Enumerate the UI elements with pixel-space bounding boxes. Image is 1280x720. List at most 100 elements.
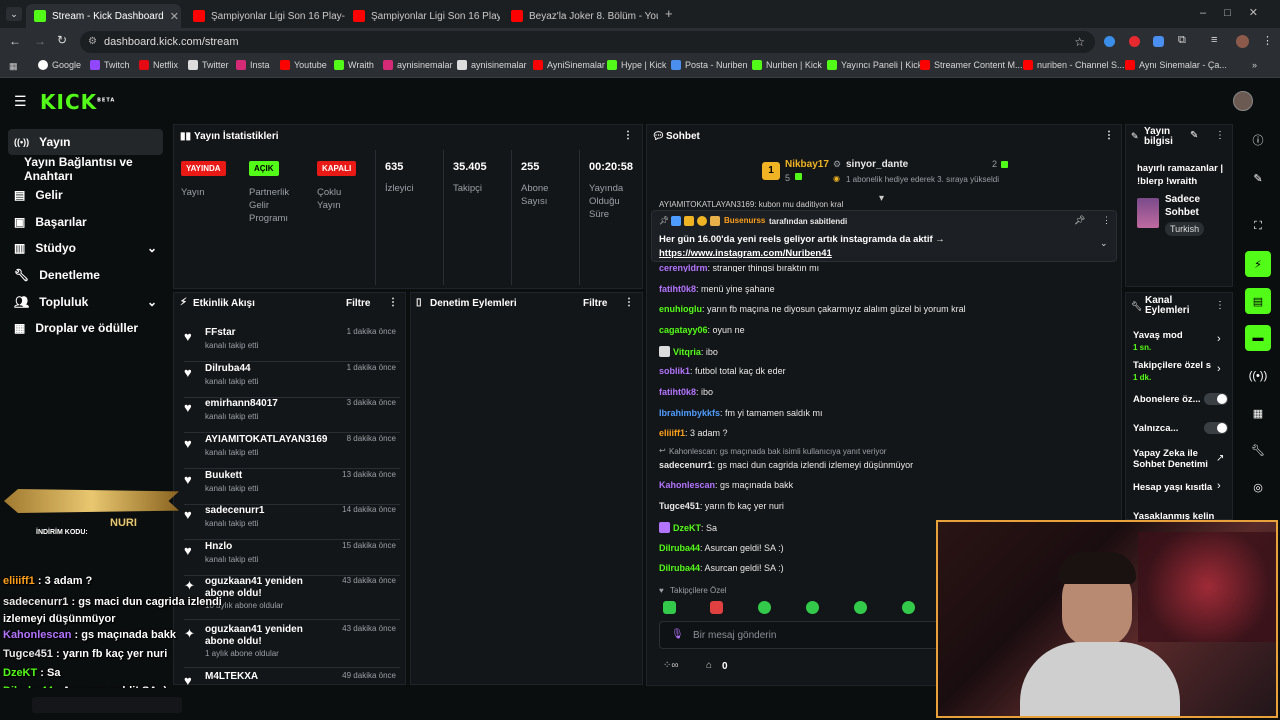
chat-username[interactable]: soblik1	[659, 366, 690, 376]
extensions-puzzle-icon[interactable]: ⧉	[1178, 34, 1186, 47]
tab-kick-dashboard[interactable]: Stream - Kick Dashboard ✕	[26, 4, 181, 28]
chat-username[interactable]: eliiiff1	[659, 428, 685, 438]
extension-icon[interactable]	[1104, 36, 1115, 47]
bookmark-aynisinemalar-x[interactable]: aynisinemalar	[457, 60, 527, 70]
gift-icon[interactable]: ▦	[1245, 400, 1271, 426]
bookmark-aynisinemalar[interactable]: aynisinemalar	[383, 60, 453, 70]
close-icon[interactable]: ✕	[170, 10, 179, 23]
activity-event[interactable]: ♥ Buukett kanalı takip etti 13 dakika önce	[184, 470, 400, 505]
activity-event[interactable]: ♥ emirhann84017 kanalı takip etti 3 dakika …	[184, 398, 400, 433]
broadcast-icon[interactable]: ((•))	[1245, 363, 1271, 389]
chat-username[interactable]: DzeKT	[673, 523, 701, 533]
bookmark-wraith[interactable]: Wraith	[334, 60, 374, 70]
sidebar-item-denetleme[interactable]: 🔧︎ Denetleme	[8, 262, 163, 288]
chat-input[interactable]: 🎙︎ Bir mesaj gönderin	[659, 621, 944, 649]
bookmark-netflix[interactable]: Netflix	[139, 60, 178, 70]
apps-grid-icon[interactable]: ▦	[9, 61, 18, 72]
unpin-icon[interactable]: 📌︎	[1074, 215, 1085, 226]
activity-event[interactable]: ✦ oguzkaan41 yeniden abone oldu! 1 aylık a…	[184, 624, 400, 659]
url-field[interactable]: ⚙ dashboard.kick.com/stream ☆	[80, 31, 1095, 53]
activity-event[interactable]: ♥ Dilruba44 kanalı takip etti 1 dakika önce	[184, 363, 400, 398]
subscribers-only-toggle[interactable]	[1204, 393, 1228, 405]
pencil-icon[interactable]: ✎	[1245, 165, 1271, 191]
top-gifter-name[interactable]: Nikbay17	[785, 159, 829, 170]
chat-username[interactable]: enuhioglu	[659, 304, 702, 314]
coin-icon[interactable]: ◎	[1245, 474, 1271, 500]
fullscreen-icon[interactable]: ⛶	[1245, 213, 1271, 239]
moderation-filter-button[interactable]: Filtre	[583, 298, 607, 309]
people-infinity-icon[interactable]: ⁘∞	[663, 660, 679, 671]
chevron-right-icon[interactable]: ›	[1217, 363, 1221, 375]
sidebar-item-studyo[interactable]: ▥ Stüdyo ⌄	[8, 235, 163, 261]
chat-username[interactable]: Dilruba44	[659, 563, 700, 573]
site-info-icon[interactable]: ⚙	[88, 31, 97, 53]
stream-info-menu-icon[interactable]: ⋮	[1215, 130, 1225, 141]
new-tab-icon[interactable]: +	[665, 6, 673, 21]
chat-username[interactable]: Vitqria	[673, 347, 701, 357]
emote-icon[interactable]	[710, 601, 723, 614]
chevron-right-icon[interactable]: ›	[1217, 333, 1221, 345]
info-icon[interactable]: ⓘ	[1245, 127, 1271, 153]
external-link-icon[interactable]: ↗	[1216, 453, 1224, 464]
chat-message[interactable]: fatiht0k8: ibo	[659, 387, 713, 397]
chat-message[interactable]: soblik1: futbol total kaç dk eder	[659, 366, 786, 376]
emote-icon[interactable]	[806, 601, 819, 614]
hamburger-menu-icon[interactable]: ☰	[14, 93, 27, 110]
chat-username[interactable]: cagatayy06	[659, 325, 708, 335]
chat-message[interactable]: sadecenurr1: gs maci dun cagrida izlendi…	[659, 460, 913, 470]
bolt-icon[interactable]: ⚡︎	[1245, 251, 1271, 277]
chat-message[interactable]: eliiiff1: 3 adam ?	[659, 428, 728, 438]
profile-avatar[interactable]	[1236, 35, 1249, 48]
chat-message[interactable]: Dilruba44: Asurcan geldi! SA :)	[659, 563, 784, 573]
bookmark-streamer-content[interactable]: Streamer Content M...	[920, 60, 1023, 70]
extension-icon[interactable]	[1153, 36, 1164, 47]
emote-icon[interactable]	[854, 601, 867, 614]
chat-message[interactable]: Vitqria: ibo	[659, 346, 718, 357]
activity-event[interactable]: ♥ AYIAMITOKATLAYAN3169 kanalı takip etti 8 …	[184, 434, 400, 469]
chat-username[interactable]: fatiht0k8	[659, 284, 696, 294]
extension-icon[interactable]	[1129, 36, 1140, 47]
chat-username[interactable]: cerenyldrm	[659, 263, 708, 272]
user-avatar[interactable]	[1233, 91, 1253, 111]
tab-search-icon[interactable]: ⌄	[6, 7, 22, 21]
sidebar-item-basarilar[interactable]: ▣ Başarılar	[8, 209, 163, 235]
leader-name[interactable]: sinyor_dante	[846, 159, 908, 170]
chevron-right-icon[interactable]: ›	[1217, 480, 1221, 492]
forward-icon[interactable]: →	[34, 34, 46, 48]
stats-menu-icon[interactable]: ⋮	[623, 130, 633, 141]
bookmark-twitter[interactable]: Twitter	[188, 60, 229, 70]
bookmark-insta[interactable]: Insta	[236, 60, 270, 70]
activity-event[interactable]: ♥ Hnzlo kanalı takip etti 15 dakika önce	[184, 541, 400, 576]
chat-username[interactable]: Ibrahimbykkfs	[659, 408, 720, 418]
bookmark-hype-kick[interactable]: Hype | Kick	[607, 60, 666, 70]
menu-kebab-icon[interactable]: ⋮	[1262, 34, 1273, 47]
emote-icon[interactable]	[758, 601, 771, 614]
chevron-down-icon[interactable]: ⌄	[1100, 238, 1108, 249]
bookmark-channel[interactable]: nuriben - Channel S...	[1023, 60, 1125, 70]
chat-message[interactable]: Dilruba44: Asurcan geldi! SA :)	[659, 543, 784, 553]
tab-youtube-3[interactable]: Beyaz'la Joker 8. Bölüm - YouTu ✕	[503, 4, 658, 28]
bookmark-posta[interactable]: Posta - Nuriben	[671, 60, 748, 70]
bookmark-ayni-sinemalar[interactable]: Aynı Sinemalar - Ça...	[1125, 60, 1227, 70]
sidebar-item-droplar[interactable]: ▦ Droplar ve ödüller	[8, 315, 163, 341]
bookmark-star-icon[interactable]: ☆	[1074, 31, 1085, 53]
chat-bubble-icon[interactable]: ▬	[1245, 325, 1271, 351]
sidebar-item-yayin[interactable]: ((•)) Yayın	[8, 129, 163, 155]
emote-only-toggle[interactable]	[1204, 422, 1228, 434]
chat-message[interactable]: cagatayy06: oyun ne	[659, 325, 745, 335]
category-thumbnail[interactable]	[1137, 198, 1159, 228]
chat-username[interactable]: Tugce451	[659, 501, 700, 511]
sidebar-item-gelir[interactable]: ▤ Gelir	[8, 182, 163, 208]
store-icon[interactable]: ⌂	[706, 660, 712, 671]
activity-event[interactable]: ♥ sadecenurr1 kanalı takip etti 14 dakika ö…	[184, 505, 400, 540]
bookmark-yayinci-paneli[interactable]: Yayıncı Paneli | Kick	[827, 60, 922, 70]
emote-icon[interactable]	[902, 601, 915, 614]
tab-youtube-1[interactable]: Şampiyonlar Ligi Son 16 Play-o ✕	[185, 4, 345, 28]
chat-message[interactable]: DzeKT: Sa	[659, 522, 717, 533]
sidebar-item-topluluk[interactable]: 👥︎ Topluluk ⌄	[8, 289, 163, 315]
chat-message[interactable]: fatiht0k8: menü yine şahane	[659, 284, 775, 294]
chat-username[interactable]: sadecenurr1	[659, 460, 713, 470]
reload-icon[interactable]: ↻	[57, 33, 67, 47]
kick-logo[interactable]: KICKBETA	[40, 90, 115, 114]
moderation-menu-icon[interactable]: ⋮	[624, 297, 634, 308]
